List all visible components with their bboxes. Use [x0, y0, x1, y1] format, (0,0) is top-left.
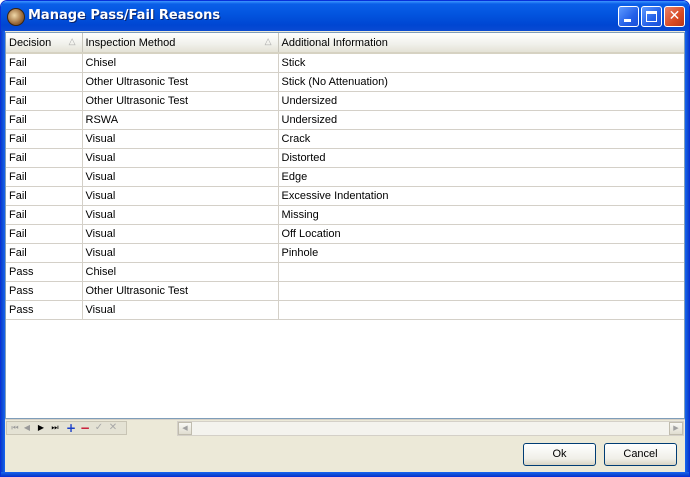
cell-decision[interactable]: Pass: [6, 300, 83, 320]
cell-additional-information[interactable]: [278, 281, 684, 301]
cell-decision[interactable]: Fail: [6, 186, 83, 206]
cell-inspection-method[interactable]: Chisel: [82, 53, 279, 73]
maximize-button[interactable]: [641, 6, 662, 27]
window-frame-bottom: [1, 472, 689, 476]
cell-inspection-method[interactable]: RSWA: [82, 110, 279, 130]
title-bar[interactable]: Manage Pass/Fail Reasons ✕: [1, 1, 689, 31]
cell-decision[interactable]: Fail: [6, 167, 83, 187]
table-row[interactable]: Fail Other Ultrasonic Test Stick (No Atten…: [6, 72, 684, 92]
first-record-icon[interactable]: ⏮: [9, 422, 21, 434]
cell-inspection-method[interactable]: Other Ultrasonic Test: [82, 91, 279, 111]
cell-decision[interactable]: Fail: [6, 129, 83, 149]
cell-inspection-method[interactable]: Visual: [82, 167, 279, 187]
cell-additional-information[interactable]: Excessive Indentation: [278, 186, 684, 206]
cell-decision[interactable]: Pass: [6, 262, 83, 282]
reasons-grid[interactable]: Decision △ Inspection Method △ Additiona…: [5, 32, 685, 419]
cell-inspection-method[interactable]: Visual: [82, 224, 279, 244]
table-row[interactable]: Fail Visual Edge: [6, 167, 684, 187]
table-row[interactable]: Fail Visual Crack: [6, 129, 684, 149]
ok-button[interactable]: Ok: [523, 443, 596, 466]
table-row[interactable]: Fail Visual Distorted: [6, 148, 684, 168]
scroll-left-icon[interactable]: ◀: [178, 422, 192, 435]
column-header-decision[interactable]: Decision △: [6, 33, 83, 54]
cell-additional-information[interactable]: [278, 300, 684, 320]
cell-additional-information[interactable]: Distorted: [278, 148, 684, 168]
cell-additional-information[interactable]: Edge: [278, 167, 684, 187]
cell-inspection-method[interactable]: Other Ultrasonic Test: [82, 281, 279, 301]
table-row[interactable]: Fail Visual Missing: [6, 205, 684, 225]
cell-inspection-method[interactable]: Chisel: [82, 262, 279, 282]
cell-inspection-method[interactable]: Other Ultrasonic Test: [82, 72, 279, 92]
grid-navigator-bar: ⏮ ◀ ▶ ⏭ + − ✓ ✕ ◀ ▶: [5, 419, 685, 436]
previous-record-icon[interactable]: ◀: [21, 422, 33, 434]
cell-decision[interactable]: Fail: [6, 91, 83, 111]
manage-pass-fail-reasons-window: Manage Pass/Fail Reasons ✕ Decision △ In…: [0, 0, 690, 477]
cell-decision[interactable]: Fail: [6, 110, 83, 130]
cell-additional-information[interactable]: Undersized: [278, 110, 684, 130]
cell-decision[interactable]: Fail: [6, 72, 83, 92]
cell-decision[interactable]: Fail: [6, 148, 83, 168]
table-row[interactable]: Pass Visual: [6, 300, 684, 320]
cell-additional-information[interactable]: [278, 262, 684, 282]
cell-additional-information[interactable]: Off Location: [278, 224, 684, 244]
record-navigator: ⏮ ◀ ▶ ⏭ + − ✓ ✕: [6, 421, 127, 435]
cell-decision[interactable]: Pass: [6, 281, 83, 301]
minimize-button[interactable]: [618, 6, 639, 27]
cell-additional-information[interactable]: Stick (No Attenuation): [278, 72, 684, 92]
cell-inspection-method[interactable]: Visual: [82, 243, 279, 263]
table-row[interactable]: Pass Other Ultrasonic Test: [6, 281, 684, 301]
column-header-inspection-method[interactable]: Inspection Method △: [82, 33, 279, 54]
minimize-icon: [624, 19, 631, 22]
column-header-label: Inspection Method: [85, 36, 176, 49]
cancel-edit-icon[interactable]: ✕: [107, 422, 119, 434]
cell-decision[interactable]: Fail: [6, 243, 83, 263]
horizontal-scrollbar[interactable]: ◀ ▶: [177, 421, 684, 436]
cell-additional-information[interactable]: Crack: [278, 129, 684, 149]
delete-record-icon[interactable]: −: [79, 422, 91, 434]
reasons-table: Decision △ Inspection Method △ Additiona…: [6, 33, 684, 320]
cell-inspection-method[interactable]: Visual: [82, 300, 279, 320]
window-title: Manage Pass/Fail Reasons: [28, 8, 221, 23]
column-header-label: Decision: [9, 36, 52, 49]
cell-decision[interactable]: Fail: [6, 224, 83, 244]
table-row[interactable]: Fail Other Ultrasonic Test Undersized: [6, 91, 684, 111]
cell-decision[interactable]: Fail: [6, 53, 83, 73]
cell-additional-information[interactable]: Stick: [278, 53, 684, 73]
cell-inspection-method[interactable]: Visual: [82, 129, 279, 149]
sort-icon: △: [264, 36, 272, 46]
window-frame-right: [685, 31, 689, 476]
app-icon: [7, 8, 25, 26]
cell-inspection-method[interactable]: Visual: [82, 148, 279, 168]
cell-inspection-method[interactable]: Visual: [82, 186, 279, 206]
close-icon: ✕: [668, 8, 681, 24]
next-record-icon[interactable]: ▶: [35, 422, 47, 434]
table-row[interactable]: Fail Visual Off Location: [6, 224, 684, 244]
cell-decision[interactable]: Fail: [6, 205, 83, 225]
last-record-icon[interactable]: ⏭: [49, 422, 61, 434]
table-row[interactable]: Fail Visual Excessive Indentation: [6, 186, 684, 206]
table-row[interactable]: Fail Chisel Stick: [6, 53, 684, 73]
post-edit-icon[interactable]: ✓: [93, 422, 105, 434]
add-record-icon[interactable]: +: [65, 422, 77, 434]
cell-inspection-method[interactable]: Visual: [82, 205, 279, 225]
table-row[interactable]: Pass Chisel: [6, 262, 684, 282]
maximize-icon: [646, 11, 657, 22]
close-button[interactable]: ✕: [664, 6, 685, 27]
table-row[interactable]: Fail Visual Pinhole: [6, 243, 684, 263]
cancel-button[interactable]: Cancel: [604, 443, 677, 466]
cell-additional-information[interactable]: Pinhole: [278, 243, 684, 263]
cell-additional-information[interactable]: Missing: [278, 205, 684, 225]
cell-additional-information[interactable]: Undersized: [278, 91, 684, 111]
column-header-label: Additional Information: [281, 36, 388, 49]
table-row[interactable]: Fail RSWA Undersized: [6, 110, 684, 130]
header-row: Decision △ Inspection Method △ Additiona…: [6, 33, 684, 54]
sort-icon: △: [68, 36, 76, 46]
column-header-additional-information[interactable]: Additional Information: [278, 33, 684, 54]
scroll-right-icon[interactable]: ▶: [669, 422, 683, 435]
